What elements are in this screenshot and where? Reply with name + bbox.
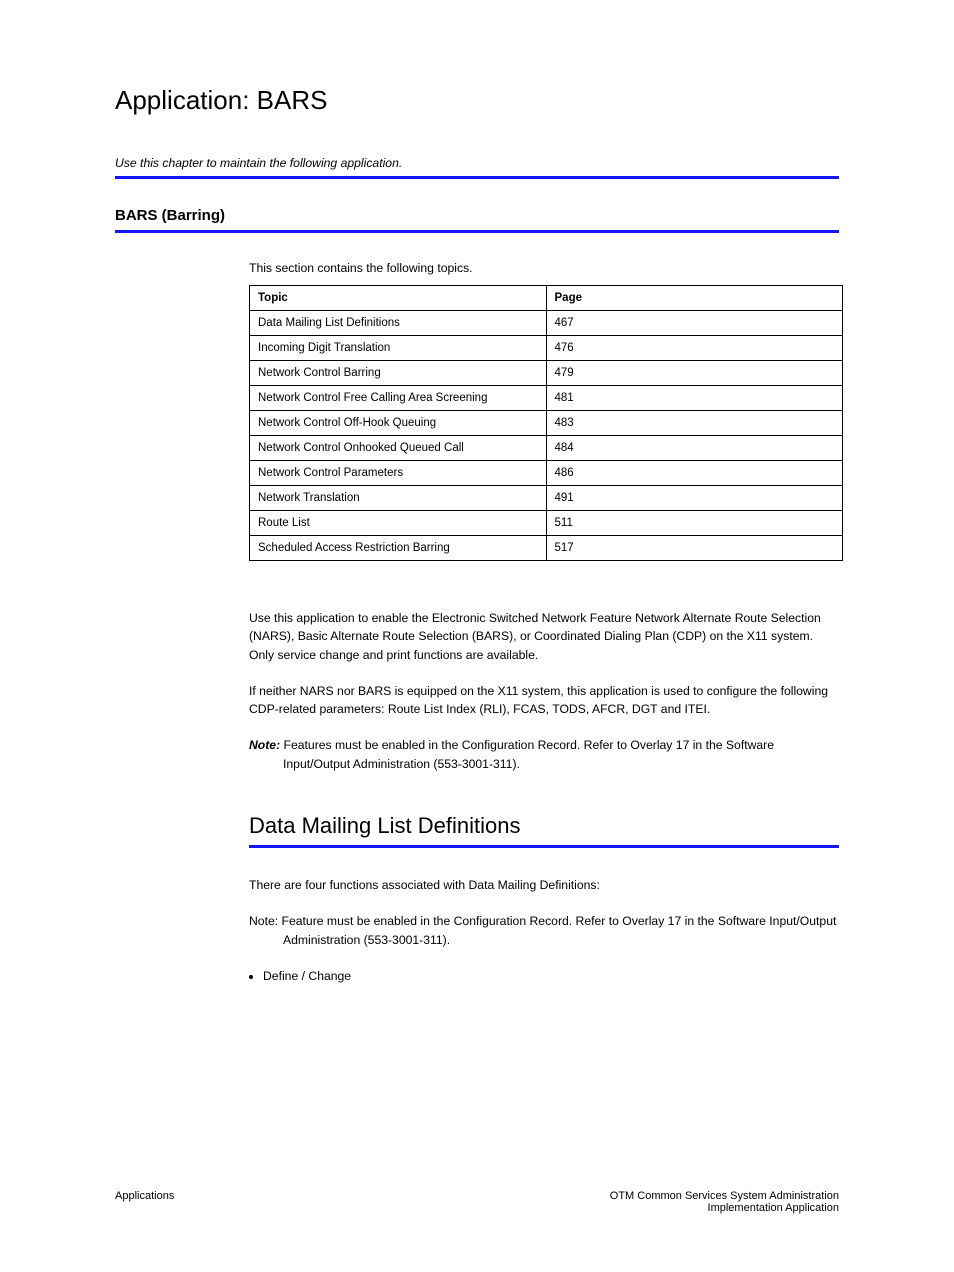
mailing-list-title: Data Mailing List Definitions [249,813,839,839]
table-cell-page: 479 [546,361,843,386]
table-cell-topic: Incoming Digit Translation [250,336,547,361]
table-cell-topic: Data Mailing List Definitions [250,311,547,336]
table-row: Incoming Digit Translation476 [250,336,843,361]
footer-left: Applications [115,1190,174,1214]
note-text: Features must be enabled in the Configur… [283,738,774,770]
table-intro: This section contains the following topi… [249,261,839,275]
feature-note: Note: Features must be enabled in the Co… [249,736,839,773]
table-cell-topic: Route List [250,511,547,536]
paragraph-purpose: Use this application to enable the Elect… [249,609,839,664]
table-header-page: Page [546,286,843,311]
table-row: Network Control Free Calling Area Screen… [250,386,843,411]
page-footer: Applications OTM Common Services System … [115,1190,839,1214]
function-item-define: Define / Change [263,967,839,985]
body-content: Use this application to enable the Elect… [249,609,839,985]
table-cell-page: 486 [546,461,843,486]
section-heading-bars: BARS (Barring) [115,207,839,224]
footer-doc-subtitle: Implementation Application [610,1202,839,1214]
table-cell-page: 476 [546,336,843,361]
table-row: Network Control Off-Hook Queuing483 [250,411,843,436]
paragraph-cdp: If neither NARS nor BARS is equipped on … [249,682,839,719]
functions-note: Note: Feature must be enabled in the Con… [249,912,839,949]
functions-intro: There are four functions associated with… [249,876,839,894]
table-cell-topic: Network Translation [250,486,547,511]
table-header-row: Topic Page [250,286,843,311]
table-cell-page: 511 [546,511,843,536]
application-title: Application: BARS [115,85,839,116]
table-row: Network Translation491 [250,486,843,511]
table-cell-page: 481 [546,386,843,411]
functions-list: Define / Change [249,967,839,985]
table-cell-topic: Network Control Parameters [250,461,547,486]
table-cell-page: 491 [546,486,843,511]
table-row: Network Control Onhooked Queued Call484 [250,436,843,461]
table-cell-topic: Network Control Free Calling Area Screen… [250,386,547,411]
topics-table: Topic Page Data Mailing List Definitions… [249,285,843,561]
page-body: Application: BARS Use this chapter to ma… [0,0,954,1049]
table-cell-topic: Network Control Off-Hook Queuing [250,411,547,436]
divider-top [115,176,839,179]
functions-note-text: Feature must be enabled in the Configura… [282,914,837,946]
note-label: Note: [249,738,280,752]
footer-doc-title: OTM Common Services System Administratio… [610,1190,839,1202]
divider-section [115,230,839,233]
table-row: Route List511 [250,511,843,536]
footer-right: OTM Common Services System Administratio… [610,1190,839,1214]
table-cell-page: 484 [546,436,843,461]
table-cell-topic: Scheduled Access Restriction Barring [250,536,547,561]
table-row: Data Mailing List Definitions467 [250,311,843,336]
table-cell-page: 483 [546,411,843,436]
intro-subheading: Use this chapter to maintain the followi… [115,156,839,170]
table-cell-page: 517 [546,536,843,561]
table-header-topic: Topic [250,286,547,311]
functions-note-label: Note: [249,914,278,928]
table-cell-topic: Network Control Onhooked Queued Call [250,436,547,461]
table-cell-page: 467 [546,311,843,336]
table-cell-topic: Network Control Barring [250,361,547,386]
table-row: Scheduled Access Restriction Barring517 [250,536,843,561]
table-row: Network Control Barring479 [250,361,843,386]
table-row: Network Control Parameters486 [250,461,843,486]
divider-mailing [249,845,839,848]
